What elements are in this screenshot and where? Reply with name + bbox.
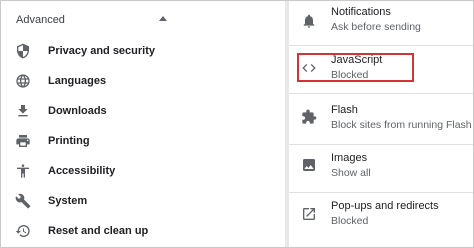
settings-sidebar: Advanced Privacy and security Languages … bbox=[1, 1, 285, 247]
setting-row-notifications[interactable]: Notifications Ask before sending bbox=[289, 1, 473, 49]
sidebar-item-downloads[interactable]: Downloads bbox=[1, 96, 285, 126]
advanced-section-toggle[interactable]: Advanced bbox=[1, 1, 285, 41]
browser-settings-window: Advanced Privacy and security Languages … bbox=[0, 0, 474, 248]
row-separator bbox=[289, 192, 473, 193]
setting-title: Images bbox=[331, 152, 368, 164]
image-icon bbox=[301, 157, 317, 173]
javascript-highlight-annotation bbox=[297, 53, 414, 82]
site-settings-list: Notifications Ask before sending JavaScr… bbox=[289, 1, 473, 247]
restore-icon bbox=[15, 223, 31, 239]
setting-row-flash[interactable]: Flash Block sites from running Flash bbox=[289, 93, 473, 141]
globe-icon bbox=[15, 73, 31, 89]
sidebar-item-label: Downloads bbox=[48, 105, 107, 117]
sidebar-item-system[interactable]: System bbox=[1, 186, 285, 216]
row-separator bbox=[289, 144, 473, 145]
setting-row-images[interactable]: Images Show all bbox=[289, 144, 473, 192]
sidebar-item-label: System bbox=[48, 195, 88, 207]
accessibility-icon bbox=[15, 163, 31, 179]
sidebar-item-label: Accessibility bbox=[48, 165, 116, 177]
collapse-caret-icon[interactable] bbox=[159, 16, 167, 21]
sidebar-item-label: Privacy and security bbox=[48, 45, 156, 57]
setting-status: Show all bbox=[331, 167, 371, 179]
external-link-icon bbox=[301, 206, 317, 222]
setting-title: Flash bbox=[331, 104, 358, 116]
bell-icon bbox=[301, 13, 317, 29]
setting-status: Block sites from running Flash bbox=[331, 119, 472, 131]
puzzle-icon bbox=[301, 109, 317, 125]
wrench-icon bbox=[15, 193, 31, 209]
row-separator bbox=[289, 45, 473, 46]
sidebar-item-privacy-and-security[interactable]: Privacy and security bbox=[1, 36, 285, 66]
row-separator bbox=[289, 93, 473, 94]
sidebar-item-accessibility[interactable]: Accessibility bbox=[1, 156, 285, 186]
shield-icon bbox=[15, 43, 31, 59]
printer-icon bbox=[15, 133, 31, 149]
sidebar-item-label: Printing bbox=[48, 135, 90, 147]
section-label: Advanced bbox=[16, 14, 65, 26]
setting-row-popups-and-redirects[interactable]: Pop-ups and redirects Blocked bbox=[289, 192, 473, 240]
setting-status: Ask before sending bbox=[331, 21, 421, 33]
sidebar-item-languages[interactable]: Languages bbox=[1, 66, 285, 96]
setting-title: Notifications bbox=[331, 6, 391, 18]
sidebar-item-printing[interactable]: Printing bbox=[1, 126, 285, 156]
sidebar-item-reset-and-clean-up[interactable]: Reset and clean up bbox=[1, 216, 285, 246]
download-icon bbox=[15, 103, 31, 119]
setting-title: Pop-ups and redirects bbox=[331, 200, 439, 212]
sidebar-item-label: Languages bbox=[48, 75, 107, 87]
setting-status: Blocked bbox=[331, 215, 369, 227]
sidebar-item-label: Reset and clean up bbox=[48, 225, 149, 237]
